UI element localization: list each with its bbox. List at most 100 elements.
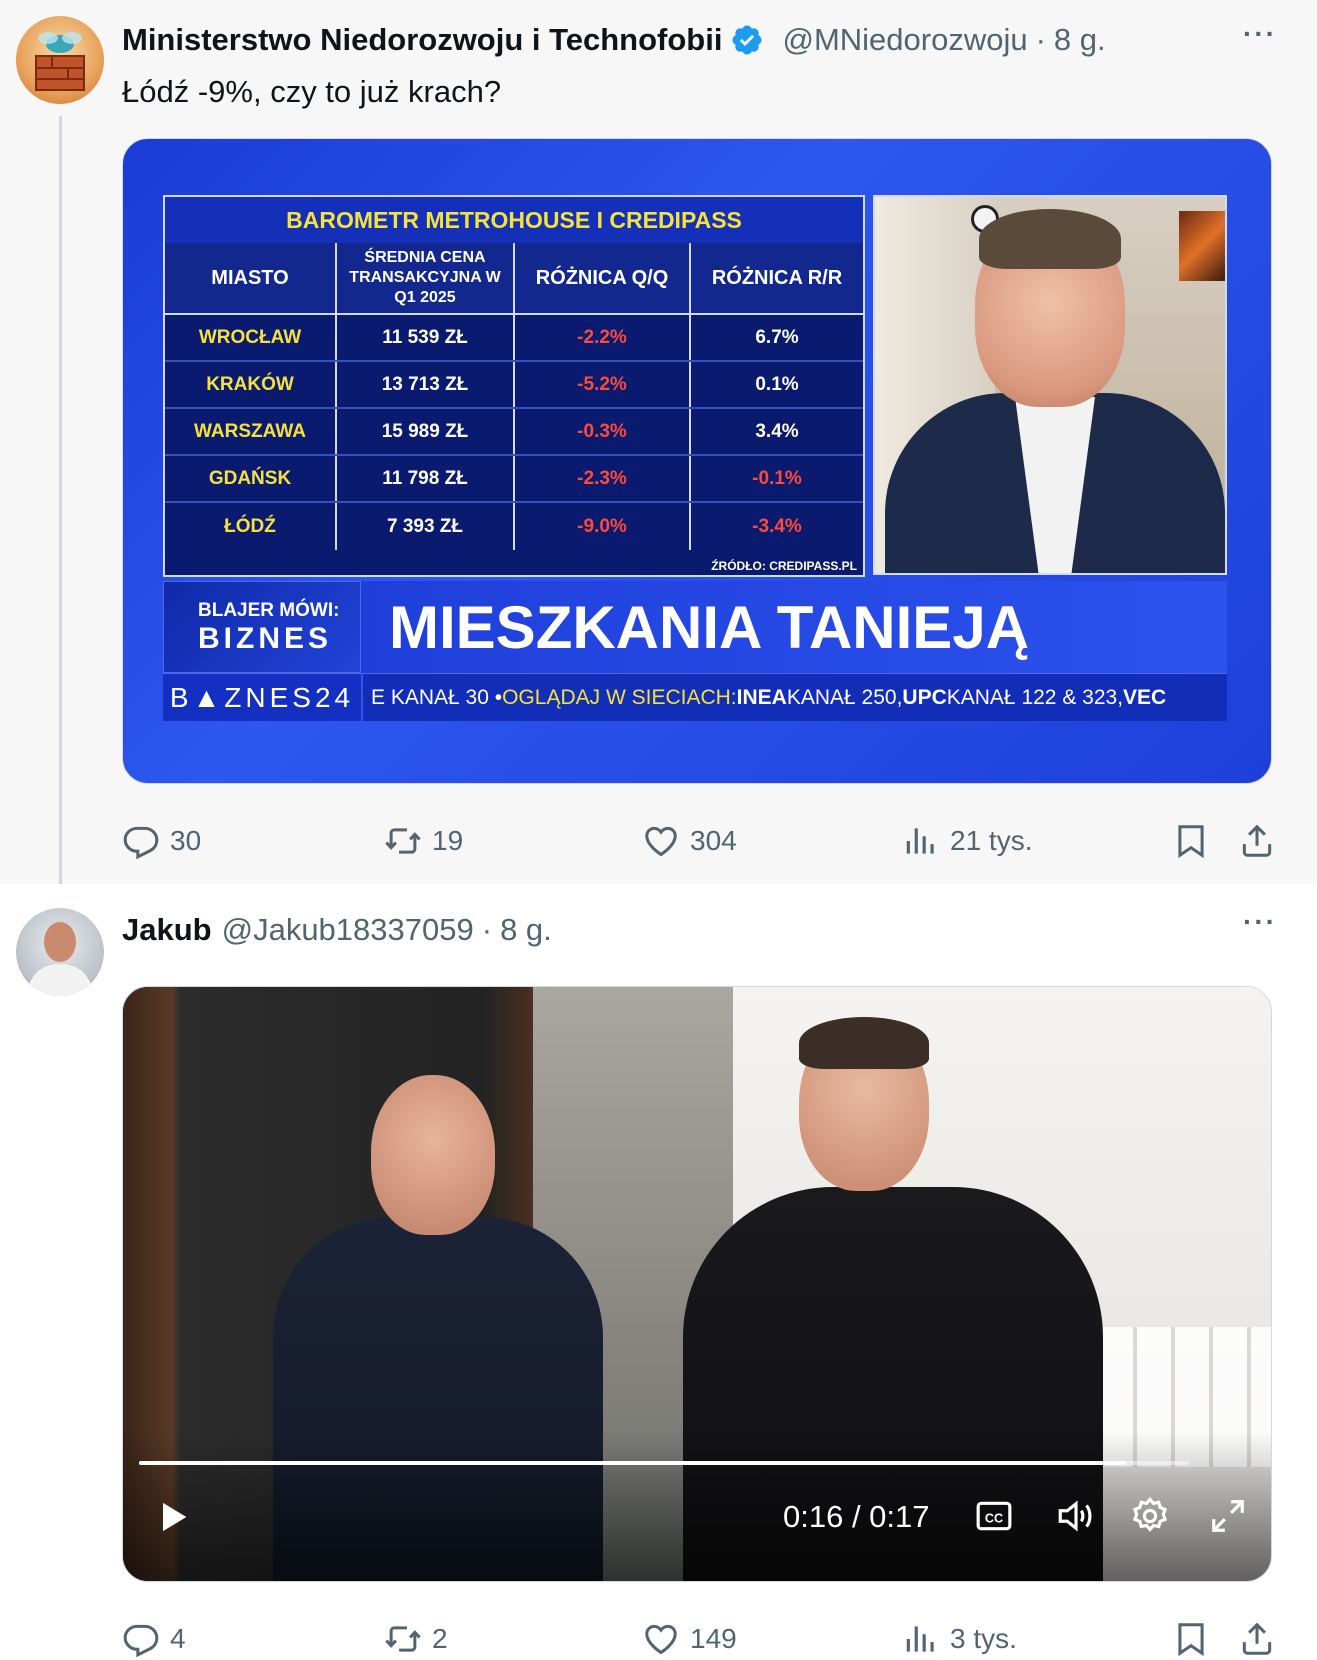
volume-icon[interactable] [1055, 1495, 1097, 1537]
tweet-ministerstwo[interactable]: Ministerstwo Niedorozwoju i Technofobii … [0, 0, 1317, 898]
tweet-header: Ministerstwo Niedorozwoju i Technofobii … [122, 22, 1106, 58]
channel-logo: B▲ZNES24 [163, 673, 361, 721]
table-title: BAROMETR METROHOUSE I CREDIPASS [165, 197, 863, 243]
retweet-icon [385, 1626, 421, 1652]
city-cell: KRAKÓW [165, 362, 337, 407]
retweet-count: 2 [432, 1623, 448, 1654]
reply-button[interactable]: 30 [122, 816, 201, 866]
tweet-actions: 4 2 149 3 tys. [122, 1614, 1282, 1660]
author-handle[interactable]: @Jakub18337059 [222, 912, 474, 948]
ticker-text: OGLĄDAJ W SIECIACH: [502, 685, 737, 709]
price-cell: 15 989 ZŁ [337, 409, 515, 454]
column-header: RÓŻNICA Q/Q [515, 243, 691, 313]
table-row: ŁÓDŹ 7 393 ZŁ -9.0% -3.4% [165, 503, 863, 550]
table-row: KRAKÓW 13 713 ZŁ -5.2% 0.1% [165, 362, 863, 409]
retweet-count: 19 [432, 825, 464, 856]
more-icon[interactable]: ··· [1243, 18, 1277, 50]
price-cell: 7 393 ZŁ [337, 503, 515, 550]
ticker-text: KANAŁ 122 & 323, [946, 685, 1124, 709]
video-progress-bar[interactable] [139, 1461, 1189, 1465]
ticker-text: VEC [1123, 685, 1167, 709]
like-count: 149 [690, 1623, 737, 1654]
share-button[interactable] [1238, 816, 1276, 866]
rr-cell: 3.4% [755, 420, 799, 442]
reply-count: 4 [170, 1623, 186, 1654]
share-button[interactable] [1238, 1614, 1276, 1660]
city-cell: WROCŁAW [165, 315, 337, 360]
tweet-actions: 30 19 304 21 tys. [122, 816, 1282, 866]
tweet-header: Jakub @Jakub18337059 · 8 g. [122, 912, 552, 948]
rr-cell: -3.4% [752, 515, 802, 537]
settings-icon[interactable] [1129, 1495, 1171, 1537]
tweet-text: Łódź -9%, czy to już krach? [122, 74, 502, 109]
bookmark-icon [1178, 1623, 1204, 1657]
author-handle[interactable]: @MNiedorozwoju [782, 22, 1027, 58]
qq-cell: -0.3% [515, 409, 691, 454]
reply-button[interactable]: 4 [122, 1614, 186, 1660]
column-header: MIASTO [165, 243, 337, 313]
separator: · [1035, 22, 1046, 57]
table-header: MIASTO ŚREDNIA CENA TRANSAKCYJNA W Q1 20… [165, 243, 863, 315]
views-button[interactable]: 3 tys. [902, 1614, 1017, 1660]
table-source: ŹRÓDŁO: CREDIPASS.PL [711, 559, 857, 573]
price-table: BAROMETR METROHOUSE I CREDIPASS MIASTO Ś… [163, 195, 865, 577]
tweet-video[interactable]: 0:16 / 0:17 CC [122, 986, 1272, 1582]
svg-text:CC: CC [985, 1511, 1003, 1525]
tweet-image[interactable]: BAROMETR METROHOUSE I CREDIPASS MIASTO Ś… [122, 138, 1272, 784]
column-header: ŚREDNIA CENA TRANSAKCYJNA W Q1 2025 [337, 243, 515, 313]
column-header: RÓŻNICA R/R [711, 266, 843, 289]
views-icon [906, 828, 934, 854]
share-icon [1242, 1622, 1272, 1655]
like-button[interactable]: 149 [642, 1614, 737, 1660]
retweet-button[interactable]: 19 [384, 816, 463, 866]
timestamp[interactable]: 8 g. [1054, 22, 1106, 58]
qq-cell: -9.0% [515, 503, 691, 550]
retweet-button[interactable]: 2 [384, 1614, 448, 1660]
guest-video-feed [873, 195, 1227, 575]
views-icon [906, 1626, 934, 1652]
rr-cell: -0.1% [752, 467, 802, 489]
qq-cell: -5.2% [515, 362, 691, 407]
like-count: 304 [690, 825, 737, 856]
table-row: GDAŃSK 11 798 ZŁ -2.3% -0.1% [165, 456, 863, 503]
like-icon [645, 1624, 677, 1655]
bookmark-button[interactable] [1172, 1614, 1210, 1660]
fullscreen-icon[interactable] [1209, 1497, 1247, 1535]
author-avatar[interactable] [16, 908, 104, 996]
more-icon[interactable]: ··· [1243, 906, 1277, 938]
thread-connector [59, 116, 62, 898]
ticker-text: UPC [902, 685, 947, 709]
bookmark-icon [1178, 825, 1204, 859]
captions-icon[interactable]: CC [975, 1497, 1013, 1535]
city-cell: WARSZAWA [165, 409, 337, 454]
news-headline: MIESZKANIA TANIEJĄ [361, 581, 1227, 673]
bookmark-button[interactable] [1172, 816, 1210, 866]
separator: · [481, 912, 493, 947]
reply-icon [123, 826, 159, 860]
verified-badge-icon [730, 23, 764, 57]
city-cell: ŁÓDŹ [165, 503, 337, 550]
city-cell: GDAŃSK [165, 456, 337, 501]
author-name[interactable]: Jakub [122, 912, 212, 948]
author-name[interactable]: Ministerstwo Niedorozwoju i Technofobii [122, 22, 722, 58]
views-count: 3 tys. [950, 1623, 1017, 1654]
timestamp[interactable]: 8 g. [500, 912, 552, 948]
show-logo: BLAJER MÓWI: BIZNES [163, 581, 361, 673]
author-avatar[interactable] [16, 16, 104, 104]
rr-cell: 6.7% [755, 326, 799, 348]
ticker-text: E KANAŁ 30 • [371, 685, 503, 709]
video-time: 0:16 / 0:17 [783, 1499, 930, 1534]
price-cell: 11 798 ZŁ [337, 456, 515, 501]
tweet-jakub[interactable]: Jakub @Jakub18337059 · 8 g. ··· 0:16 / 0… [0, 884, 1317, 1660]
views-button[interactable]: 21 tys. [902, 816, 1032, 866]
like-button[interactable]: 304 [642, 816, 737, 866]
share-icon [1242, 824, 1272, 857]
ticker-text: INEA [736, 685, 787, 709]
play-icon[interactable] [153, 1497, 193, 1537]
qq-cell: -2.2% [515, 315, 691, 360]
show-title-small: BLAJER MÓWI: [198, 600, 340, 621]
table-row: WARSZAWA 15 989 ZŁ -0.3% 3.4% [165, 409, 863, 456]
views-count: 21 tys. [950, 825, 1033, 856]
qq-cell: -2.3% [515, 456, 691, 501]
ticker-text: KANAŁ 250, [786, 685, 903, 709]
